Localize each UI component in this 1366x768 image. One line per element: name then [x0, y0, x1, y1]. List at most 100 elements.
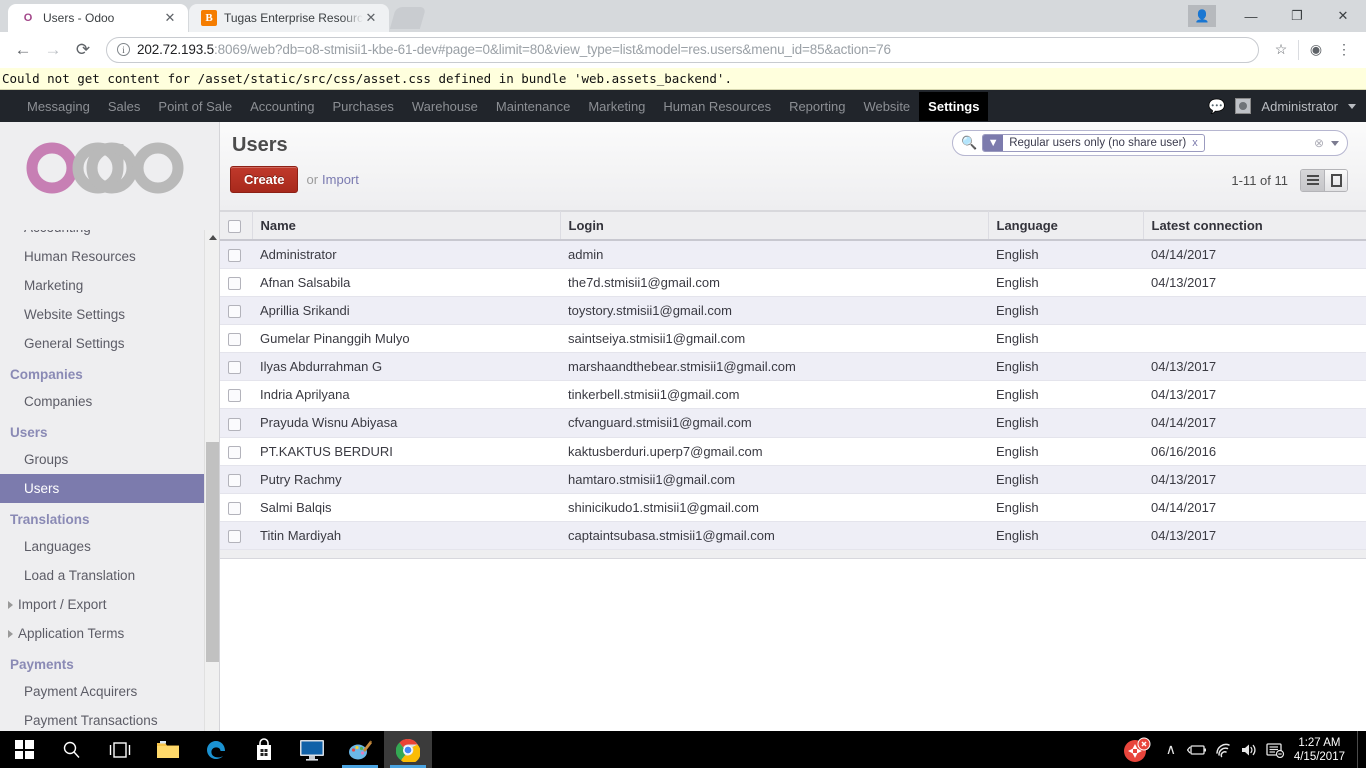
sidebar-scrollbar[interactable]: [204, 230, 219, 741]
maximize-button[interactable]: ❐: [1274, 0, 1320, 32]
sidebar-item-users[interactable]: Users: [0, 474, 219, 503]
row-checkbox-cell[interactable]: [220, 324, 252, 354]
row-checkbox[interactable]: [228, 249, 241, 263]
menu-purchases[interactable]: Purchases: [323, 92, 402, 121]
search-taskbar-button[interactable]: [48, 731, 96, 768]
site-info-icon[interactable]: i: [117, 43, 130, 56]
status-badge[interactable]: ▼ Regular users only (no share user) x: [982, 134, 1205, 152]
row-checkbox[interactable]: [228, 333, 241, 347]
remote-desktop-button[interactable]: [288, 731, 336, 768]
sidebar-item-payment-acquirers[interactable]: Payment Acquirers: [0, 677, 219, 706]
extension-icon[interactable]: ◉: [1302, 36, 1330, 64]
task-view-button[interactable]: [96, 731, 144, 768]
sidebar-item-load-a-translation[interactable]: Load a Translation: [0, 561, 219, 590]
new-tab-button[interactable]: [389, 7, 427, 29]
show-desktop-button[interactable]: [1357, 731, 1362, 768]
browser-tab-users-odoo[interactable]: O Users - Odoo ✕: [8, 4, 188, 32]
table-row[interactable]: Ilyas Abdurrahman Gmarshaandthebear.stmi…: [220, 352, 1366, 382]
row-checkbox-cell[interactable]: [220, 521, 252, 550]
sidebar-item-general-settings[interactable]: General Settings: [0, 329, 219, 358]
forward-button[interactable]: →: [38, 35, 68, 65]
start-button[interactable]: [0, 731, 48, 768]
table-row[interactable]: Administrator admin English 04/14/2017: [220, 240, 1366, 270]
menu-point-of-sale[interactable]: Point of Sale: [149, 92, 241, 121]
odoo-logo[interactable]: [0, 122, 219, 210]
menu-website[interactable]: Website: [854, 92, 919, 121]
row-checkbox-cell[interactable]: [220, 268, 252, 298]
chevron-down-icon[interactable]: [1348, 103, 1356, 109]
column-header-latest-connection[interactable]: Latest connection: [1143, 211, 1366, 242]
table-row[interactable]: Indria Aprilyana tinkerbell.stmisii1@gmai…: [220, 380, 1366, 410]
menu-human-resources[interactable]: Human Resources: [654, 92, 780, 121]
row-checkbox[interactable]: [228, 277, 241, 291]
sidebar-item-groups[interactable]: Groups: [0, 445, 219, 474]
row-checkbox[interactable]: [228, 417, 241, 431]
row-checkbox[interactable]: [228, 361, 241, 375]
import-link[interactable]: Import: [322, 172, 359, 187]
reload-button[interactable]: ⟳: [68, 35, 98, 65]
row-checkbox-cell[interactable]: [220, 296, 252, 326]
select-all-checkbox[interactable]: [228, 220, 241, 234]
column-header-login[interactable]: Login: [560, 211, 989, 242]
menu-reporting[interactable]: Reporting: [780, 92, 854, 121]
row-checkbox-cell[interactable]: [220, 240, 252, 270]
sidebar-item-application-terms[interactable]: Application Terms: [0, 619, 219, 648]
row-checkbox-cell[interactable]: [220, 465, 252, 494]
table-row[interactable]: Gumelar Pinanggih Mulyo saintseiya.stmisi…: [220, 324, 1366, 354]
row-checkbox[interactable]: [228, 501, 241, 515]
list-view-icon[interactable]: [1301, 170, 1324, 191]
row-checkbox-cell[interactable]: [220, 493, 252, 522]
table-row[interactable]: Titin Mardiyah captaintsubasa.stmisii1@gm…: [220, 521, 1366, 550]
scroll-up-icon[interactable]: [205, 230, 220, 245]
close-icon[interactable]: ✕: [363, 10, 379, 26]
column-header-name[interactable]: Name: [252, 211, 561, 242]
menu-sales[interactable]: Sales: [99, 92, 150, 121]
menu-warehouse[interactable]: Warehouse: [403, 92, 487, 121]
table-row[interactable]: Prayuda Wisnu Abiyasa cfvanguard.stmisii1…: [220, 408, 1366, 438]
edge-browser-button[interactable]: [192, 731, 240, 768]
taskbar-clock[interactable]: 1:27 AM 4/15/2017: [1288, 736, 1353, 764]
antivirus-icon[interactable]: [1114, 731, 1158, 768]
battery-icon[interactable]: [1184, 731, 1210, 768]
wifi-icon[interactable]: [1210, 731, 1236, 768]
sidebar-item-import-export[interactable]: Import / Export: [0, 590, 219, 619]
bookmark-star-icon[interactable]: ☆: [1267, 36, 1295, 64]
chevron-down-icon[interactable]: [1331, 140, 1339, 146]
chrome-menu-icon[interactable]: ⋮: [1330, 36, 1358, 64]
create-button[interactable]: Create: [230, 166, 299, 193]
facet-remove-icon[interactable]: x: [1192, 137, 1204, 149]
menu-accounting[interactable]: Accounting: [241, 92, 323, 121]
clear-search-icon[interactable]: ⊗: [1314, 136, 1324, 150]
sidebar-item-accounting[interactable]: Accounting: [0, 230, 219, 242]
row-checkbox[interactable]: [228, 389, 241, 403]
sidebar-item-companies[interactable]: Companies: [0, 387, 219, 416]
profile-icon[interactable]: 👤: [1188, 5, 1216, 27]
address-bar[interactable]: i 202.72.193.5:8069/web?db=o8-stmisii1-k…: [106, 36, 1259, 63]
menu-messaging[interactable]: Messaging: [18, 92, 99, 121]
file-explorer-button[interactable]: [144, 731, 192, 768]
table-row[interactable]: Afnan Salsabila the7d.stmisii1@gmail.com E…: [220, 268, 1366, 298]
sidebar-item-marketing[interactable]: Marketing: [0, 271, 219, 300]
table-row[interactable]: PT.KAKTUS BERDURI kaktusberduri.uperp7@gm…: [220, 437, 1366, 466]
row-checkbox[interactable]: [228, 473, 241, 487]
table-row[interactable]: Putry Rachmy hamtaro.stmisii1@gmail.com En…: [220, 465, 1366, 494]
sidebar-item-languages[interactable]: Languages: [0, 532, 219, 561]
row-checkbox-cell[interactable]: [220, 352, 252, 382]
close-icon[interactable]: ✕: [162, 10, 178, 26]
minimize-button[interactable]: —: [1228, 0, 1274, 32]
table-row[interactable]: Aprillia Srikandi toystory.stmisii1@gmail…: [220, 296, 1366, 326]
column-header-language[interactable]: Language: [988, 211, 1144, 242]
menu-maintenance[interactable]: Maintenance: [487, 92, 579, 121]
row-checkbox[interactable]: [228, 529, 241, 543]
form-view-icon[interactable]: [1324, 170, 1347, 191]
action-center-icon[interactable]: [1262, 731, 1288, 768]
search-input[interactable]: 🔍 ▼ Regular users only (no share user) x…: [952, 130, 1348, 156]
sidebar-item-human-resources[interactable]: Human Resources: [0, 242, 219, 271]
user-menu-label[interactable]: Administrator: [1261, 99, 1338, 114]
row-checkbox[interactable]: [228, 445, 241, 459]
back-button[interactable]: ←: [8, 35, 38, 65]
paint-button[interactable]: [336, 731, 384, 768]
volume-icon[interactable]: [1236, 731, 1262, 768]
messaging-icon[interactable]: 💬: [1208, 98, 1225, 115]
expand-tray-icon[interactable]: ∧: [1158, 731, 1184, 768]
